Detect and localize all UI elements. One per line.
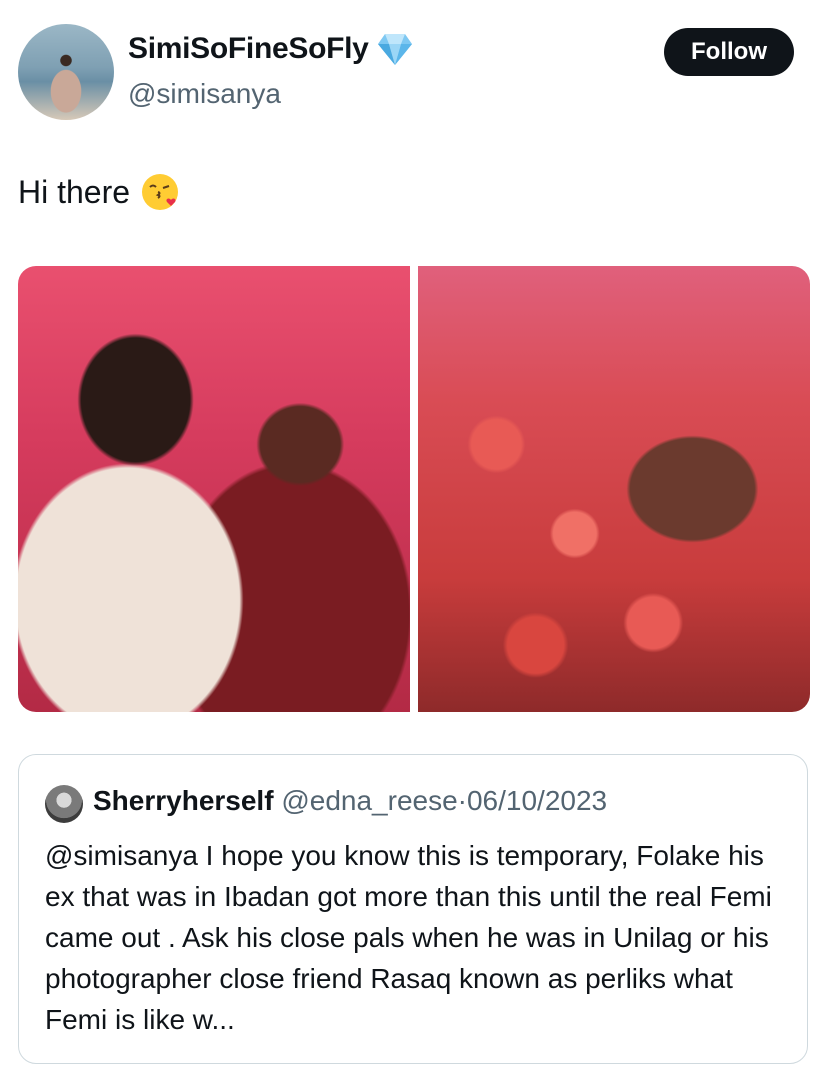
quoted-tweet[interactable]: Sherryherself @edna_reese·06/10/2023 @si… [18,754,808,1064]
quote-separator: · [457,785,467,816]
photo-roses-ring[interactable] [418,266,810,712]
author-name-row: SimiSoFineSoFly [128,32,413,66]
author-handle[interactable]: @simisanya [128,78,281,110]
gem-icon [377,32,413,66]
tweet-text: Hi there [18,172,180,212]
follow-button[interactable]: Follow [664,28,794,76]
quote-date: 06/10/2023 [466,785,608,816]
tweet-media [18,266,810,712]
kissing-face-icon [140,172,180,212]
author-display-name[interactable]: SimiSoFineSoFly [128,32,369,66]
author-avatar[interactable] [18,24,114,120]
quote-header: Sherryherself @edna_reese·06/10/2023 [93,785,607,817]
photo-couple[interactable] [18,266,410,712]
quote-avatar [45,785,83,823]
quote-display-name: Sherryherself [93,785,274,816]
quote-handle: @edna_reese [281,785,458,816]
quote-body: @simisanya I hope you know this is tempo… [45,840,772,1035]
tweet-text-content: Hi there [18,173,131,210]
